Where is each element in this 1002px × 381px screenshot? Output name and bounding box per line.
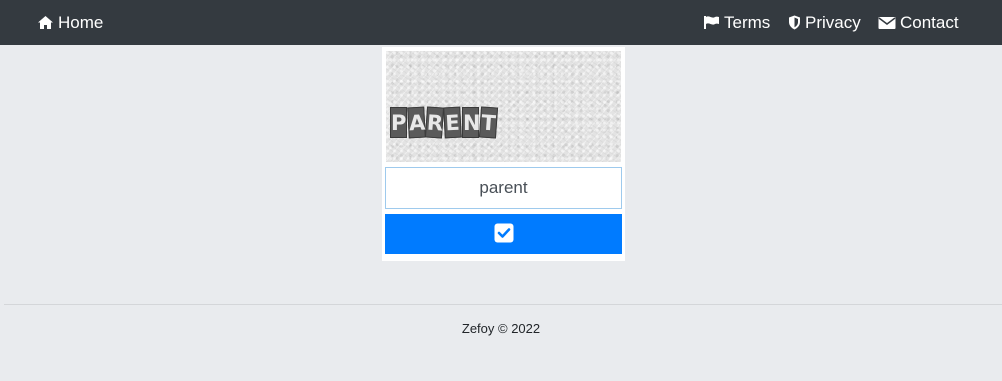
nav-privacy-label: Privacy — [805, 12, 861, 32]
nav-contact-link[interactable]: Contact — [878, 0, 959, 45]
captcha-letter: A — [407, 106, 426, 139]
flag-icon — [703, 15, 724, 30]
nav-privacy-link[interactable]: Privacy — [788, 0, 861, 45]
captcha-image: PARENT — [386, 51, 621, 162]
captcha-letter: E — [443, 106, 462, 139]
footer-copyright: Zefoy © 2022 — [461, 321, 541, 336]
captcha-letter: T — [478, 106, 499, 139]
footer-divider — [4, 304, 1002, 305]
captcha-letter: P — [390, 107, 407, 138]
envelope-icon — [878, 16, 900, 30]
navbar: Home Terms Privacy Contact — [0, 0, 1002, 45]
nav-home-label: Home — [58, 12, 104, 32]
nav-home-link[interactable]: Home — [37, 0, 103, 45]
captcha-input[interactable] — [385, 167, 622, 209]
captcha-text: PARENT — [390, 106, 499, 139]
shield-icon — [788, 15, 805, 30]
nav-terms-link[interactable]: Terms — [703, 0, 770, 45]
check-square-icon — [494, 223, 514, 246]
nav-contact-label: Contact — [900, 12, 959, 32]
submit-button[interactable] — [385, 214, 622, 254]
captcha-letter: N — [462, 107, 481, 138]
captcha-letter: R — [424, 106, 445, 139]
nav-terms-label: Terms — [724, 12, 771, 32]
home-icon — [37, 15, 58, 30]
captcha-card: PARENT — [382, 47, 625, 261]
